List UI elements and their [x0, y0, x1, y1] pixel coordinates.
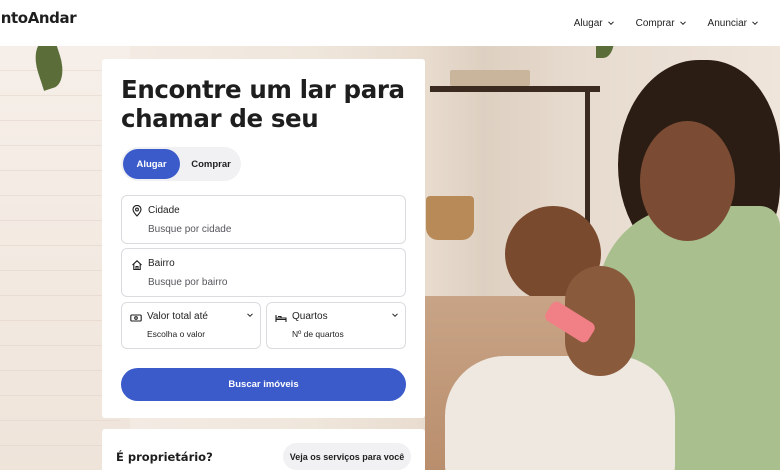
nav-alugar[interactable]: Alugar	[574, 18, 615, 29]
top-header: intoAndar Alugar Comprar Anunciar	[0, 0, 780, 46]
toggle-comprar[interactable]: Comprar	[183, 149, 239, 179]
chevron-down-icon	[679, 21, 686, 26]
bairro-label: Bairro	[148, 258, 175, 269]
chevron-down-icon	[247, 313, 253, 318]
hero-person-pants	[445, 356, 675, 470]
hero-plant-leaf	[596, 46, 614, 58]
valor-label: Valor total até	[147, 311, 208, 322]
quartos-select[interactable]: Quartos Nº de quartos	[266, 302, 406, 349]
cidade-label: Cidade	[148, 205, 180, 216]
chevron-down-icon	[607, 21, 614, 26]
valor-placeholder: Escolha o valor	[147, 329, 206, 339]
money-icon	[130, 314, 142, 322]
nav-anunciar-label: Anunciar	[707, 17, 747, 29]
map-pin-icon	[132, 205, 142, 217]
main-nav: Alugar Comprar Anunciar	[574, 0, 780, 46]
nav-comprar[interactable]: Comprar	[636, 18, 687, 29]
bairro-placeholder: Busque por bairro	[148, 277, 228, 288]
hero-basket	[426, 196, 474, 240]
nav-anunciar[interactable]: Anunciar	[708, 18, 759, 29]
chevron-down-icon	[392, 313, 398, 318]
cidade-field[interactable]: Cidade Busque por cidade	[121, 195, 406, 244]
hero-headline: Encontre um lar para chamar de seu	[121, 75, 405, 133]
nav-comprar-label: Comprar	[635, 17, 675, 29]
owner-banner: É proprietário? Veja os serviços para vo…	[102, 429, 425, 470]
quartos-placeholder: Nº de quartos	[292, 329, 344, 339]
bed-icon	[275, 315, 287, 322]
owner-question: É proprietário?	[116, 450, 213, 464]
home-icon	[132, 260, 142, 271]
hero-person-face	[640, 121, 735, 241]
owner-services-button[interactable]: Veja os serviços para você	[283, 443, 411, 470]
cidade-placeholder: Busque por cidade	[148, 224, 232, 235]
hero-books	[450, 70, 530, 86]
search-button[interactable]: Buscar imóveis	[121, 368, 406, 401]
hero-shelf	[430, 86, 600, 92]
brand-logo[interactable]: intoAndar	[0, 9, 77, 27]
toggle-alugar[interactable]: Alugar	[123, 149, 180, 179]
search-card: Encontre um lar para chamar de seu Aluga…	[102, 59, 425, 418]
quartos-label: Quartos	[292, 311, 328, 322]
bairro-field[interactable]: Bairro Busque por bairro	[121, 248, 406, 297]
nav-alugar-label: Alugar	[573, 17, 603, 29]
valor-select[interactable]: Valor total até Escolha o valor	[121, 302, 261, 349]
rent-buy-toggle: Alugar Comprar	[121, 147, 241, 181]
chevron-down-icon	[752, 21, 758, 26]
